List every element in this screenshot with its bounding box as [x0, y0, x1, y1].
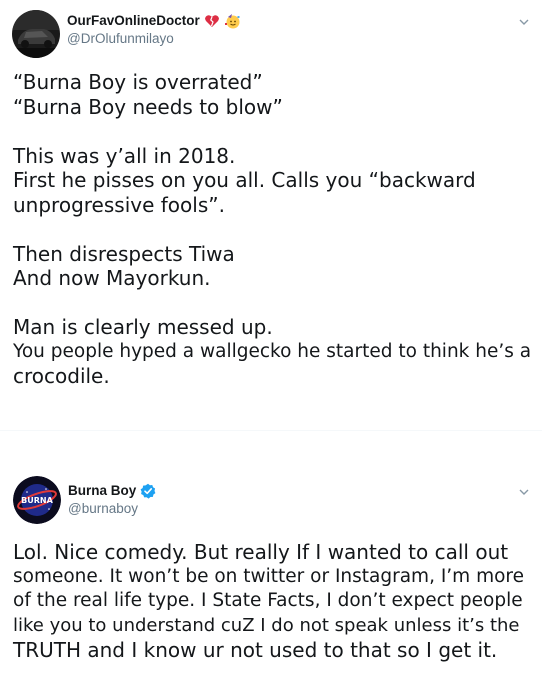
- tweet-card: OurFavOnlineDoctor @DrOlufunmilayo “Burn…: [0, 0, 542, 430]
- verified-badge-icon: [140, 483, 156, 499]
- tweet-separator: [0, 430, 542, 466]
- handle[interactable]: @DrOlufunmilayo: [67, 30, 242, 48]
- chevron-down-icon[interactable]: [516, 484, 532, 500]
- tweet-line: Lol. Nice comedy. But really If I wanted…: [13, 540, 509, 564]
- car-photo-icon: [12, 10, 60, 58]
- tweet-text: “Burna Boy is overrated” “Burna Boy need…: [13, 70, 532, 389]
- handle[interactable]: @burnaboy: [68, 500, 156, 518]
- partying-face-icon: [224, 14, 240, 29]
- tweet-line: unprogressive fools”.: [13, 192, 225, 217]
- tweet-line: of the real life type. I State Facts, I …: [13, 590, 523, 611]
- tweet-line: TRUTH and I know ur not used to that so …: [13, 638, 498, 662]
- tweet-line: You people hyped a wallgecko he started …: [13, 340, 532, 362]
- tweet-line: And now Mayorkun.: [13, 266, 211, 290]
- avatar[interactable]: [12, 10, 60, 58]
- chevron-down-icon[interactable]: [516, 14, 532, 30]
- tweet-line: This was y’all in 2018.: [13, 143, 236, 168]
- display-name[interactable]: Burna Boy: [68, 482, 136, 500]
- tweet-line: crocodile.: [13, 364, 110, 388]
- tweet-line: “Burna Boy needs to blow”: [13, 94, 283, 119]
- display-name[interactable]: OurFavOnlineDoctor: [67, 12, 200, 30]
- burna-logo-icon: BURNA: [13, 476, 61, 524]
- tweet-text: Lol. Nice comedy. But really If I wanted…: [13, 540, 532, 663]
- tweet-line: Then disrespects Tiwa: [13, 241, 235, 266]
- tweet-line: someone. It won’t be on twitter or Insta…: [13, 565, 524, 587]
- tweet-card: BURNA Burna Boy @burnaboy Lol. Nice come…: [0, 466, 542, 694]
- tweet-line: “Burna Boy is overrated”: [13, 70, 263, 94]
- tweet-line: Man is clearly messed up.: [13, 315, 273, 339]
- avatar[interactable]: BURNA: [13, 476, 61, 524]
- tweet-line: like you to understand cuZ I do not spea…: [13, 614, 520, 636]
- avatar-logo-text: BURNA: [21, 496, 53, 505]
- tweet-line: First he pisses on you all. Calls you “b…: [13, 168, 476, 192]
- broken-heart-icon: [204, 15, 219, 27]
